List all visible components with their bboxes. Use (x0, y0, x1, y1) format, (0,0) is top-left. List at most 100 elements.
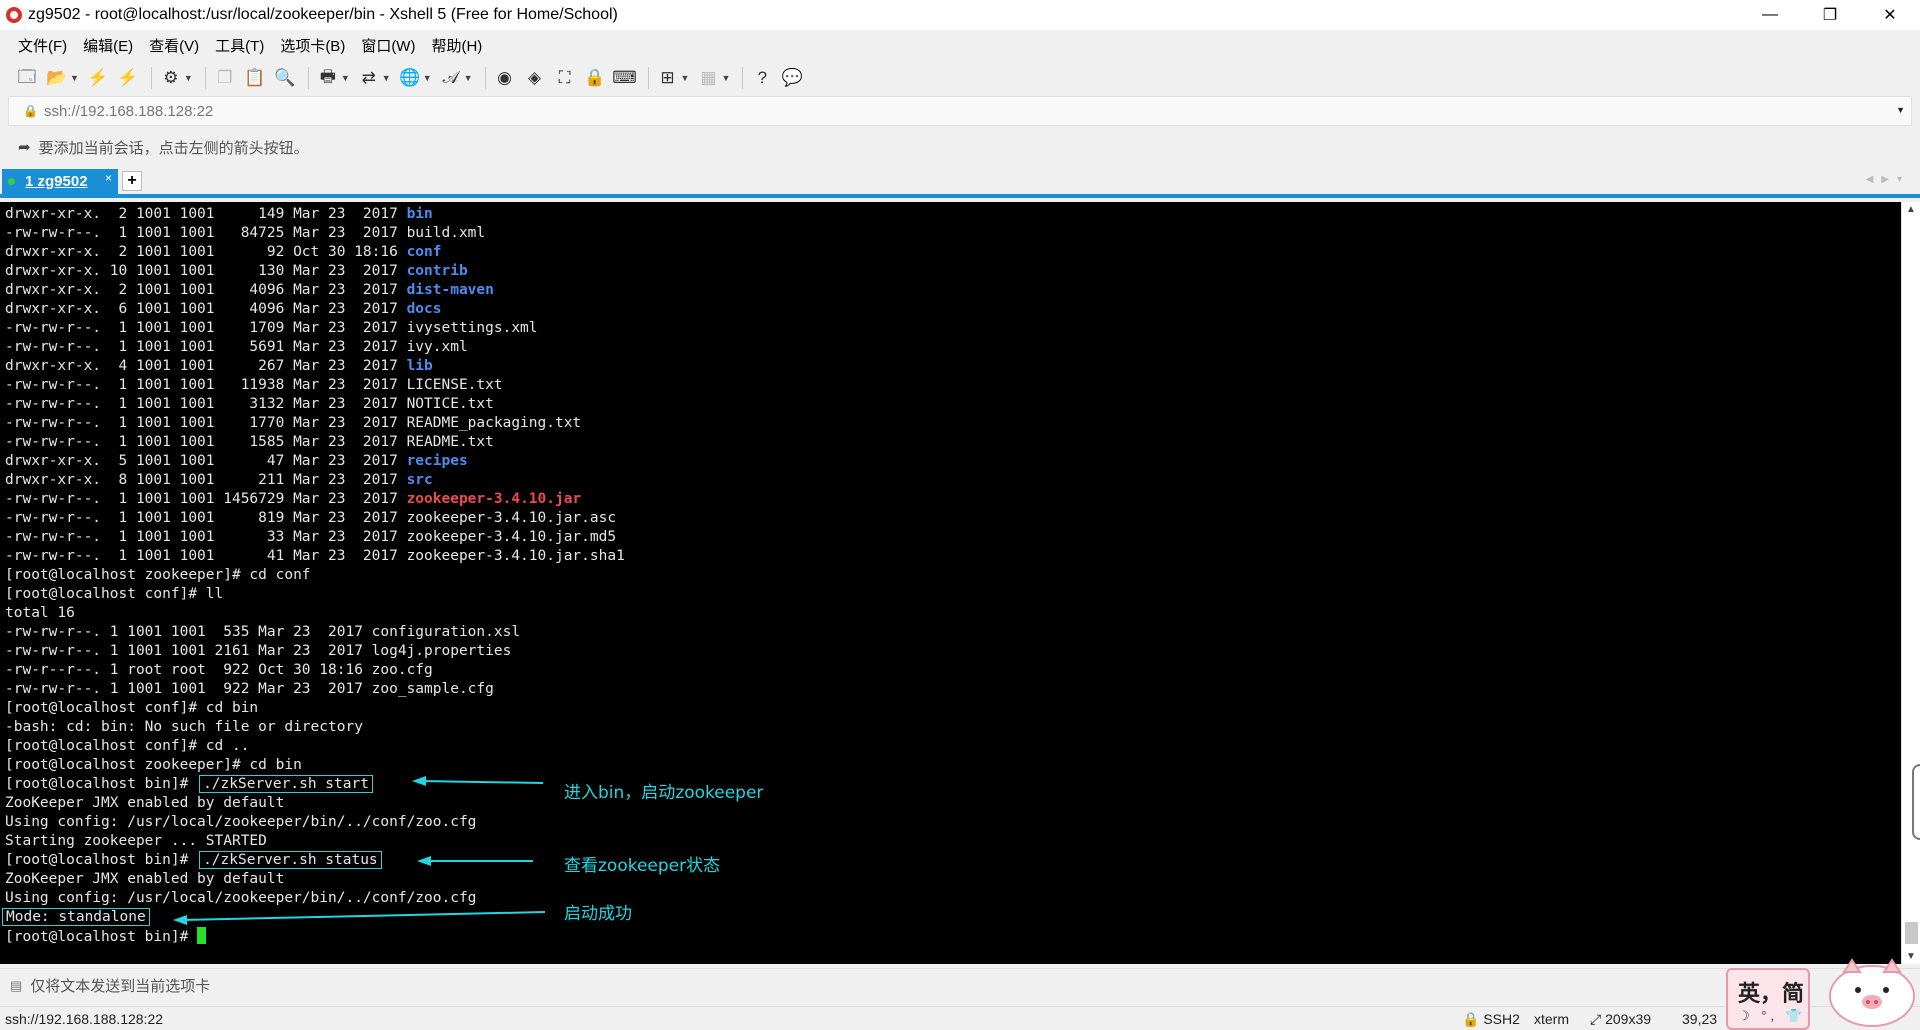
address-dropdown-icon[interactable]: ▼ (1896, 105, 1905, 115)
menu-edit[interactable]: 编辑(E) (75, 35, 141, 56)
menu-tab[interactable]: 选项卡(B) (272, 35, 353, 56)
tab-nav-arrows-icon[interactable]: ◀▶▾ (1866, 174, 1910, 185)
terminal-text: -rw-rw-r--. 1 1001 1001 535 Mar 23 2017 … (5, 624, 521, 640)
transfer-icon[interactable]: ⇄ (356, 65, 382, 91)
terminal-line: ZooKeeper JMX enabled by default (5, 870, 625, 889)
print-icon[interactable]: 🖶 (315, 65, 341, 91)
add-tab-button[interactable]: + (122, 171, 142, 191)
terminal-text: -rw-rw-r--. 1 1001 1001 1585 Mar 23 2017… (5, 434, 494, 450)
terminal-line: -rw-rw-r--. 1 1001 1001 1770 Mar 23 2017… (5, 414, 625, 433)
terminal-line: -rw-rw-r--. 1 1001 1001 1709 Mar 23 2017… (5, 319, 625, 338)
status-url: ssh://192.168.188.128:22 (5, 1011, 164, 1027)
annotation-status: 查看zookeeper状态 (564, 856, 721, 876)
paste-icon[interactable]: 📋 (242, 65, 268, 91)
scroll-thumb[interactable] (1905, 922, 1918, 944)
session-hint-bar: ➦ 要添加当前会话，点击左侧的箭头按钮。 (0, 132, 1920, 162)
scroll-up-icon[interactable]: ▲ (1906, 204, 1916, 215)
jar-file-name: zookeeper-3.4.10.jar (406, 491, 582, 507)
session-hint-text: 要添加当前会话，点击左侧的箭头按钮。 (38, 139, 309, 157)
terminal-text: -rw-rw-r--. 1 1001 1001 1456729 Mar 23 2… (5, 491, 407, 507)
status-protocol-text: SSH2 (1483, 1011, 1520, 1027)
terminal-scrollbar[interactable]: ▲ ▼ (1901, 202, 1920, 964)
layout-dropdown-icon[interactable]: ▼ (681, 73, 690, 83)
fullscreen-icon[interactable]: ⛶ (552, 65, 578, 91)
menu-view[interactable]: 查看(V) (141, 35, 207, 56)
open-dropdown-icon[interactable]: ▼ (70, 73, 79, 83)
terminal-text: [root@localhost conf]# ll (5, 586, 224, 602)
new-session-icon[interactable]: 🗔 (14, 65, 40, 91)
terminal-text: -rw-rw-r--. 1 1001 1001 922 Mar 23 2017 … (5, 681, 494, 697)
properties-icon[interactable]: ⚙ (158, 65, 184, 91)
terminal-line: [root@localhost bin]# ./zkServer.sh stat… (5, 851, 625, 870)
terminal-line: [root@localhost conf]# cd bin (5, 699, 625, 718)
terminal-line: -rw-rw-r--. 1 1001 1001 535 Mar 23 2017 … (5, 623, 625, 642)
reconnect-icon[interactable]: ⚡ (85, 65, 111, 91)
ime-sub: ☽ °, 👕 (1738, 1008, 1806, 1023)
compose-text[interactable]: 仅将文本发送到当前选项卡 (30, 975, 210, 996)
terminal-text: -rw-rw-r--. 1 1001 1001 1709 Mar 23 2017… (5, 320, 538, 336)
ime-box[interactable]: 英，简 ☽ °, 👕 (1726, 968, 1810, 1030)
menu-help[interactable]: 帮助(H) (423, 35, 490, 56)
globe-icon[interactable]: 🌐 (397, 65, 423, 91)
menu-tools[interactable]: 工具(T) (207, 35, 272, 56)
terminal-text: [root@localhost conf]# cd bin (5, 700, 259, 716)
pig-mascot-icon (1829, 958, 1915, 1027)
toolbar-separator (742, 67, 744, 89)
help-icon[interactable]: ? (749, 65, 775, 91)
tab-zg9502[interactable]: 1 zg9502 × (2, 169, 118, 194)
add-session-arrow-icon[interactable]: ➦ (18, 138, 31, 156)
menu-file[interactable]: 文件(F) (10, 35, 75, 56)
chat-icon[interactable]: 💬 (779, 65, 805, 91)
globe-dropdown-icon[interactable]: ▼ (423, 73, 432, 83)
terminal-line: [root@localhost conf]# ll (5, 585, 625, 604)
terminal-text: [root@localhost zookeeper]# cd bin (5, 757, 302, 773)
terminal-line: Starting zookeeper ... STARTED (5, 832, 625, 851)
compose-icon[interactable]: ▤ (10, 978, 22, 994)
directory-name: docs (406, 301, 442, 317)
compose-bar: ▤ 仅将文本发送到当前选项卡 (0, 968, 1920, 1002)
print-dropdown-icon[interactable]: ▼ (341, 73, 350, 83)
status-size-text: 209x39 (1605, 1011, 1652, 1027)
terminal-text: drwxr-xr-x. 2 1001 1001 149 Mar 23 2017 (5, 206, 407, 222)
restore-button[interactable]: ❐ (1800, 0, 1860, 30)
xftp-icon[interactable]: ◉ (492, 65, 518, 91)
font-icon[interactable]: 𝒜 (438, 65, 464, 91)
terminal-line: [root@localhost zookeeper]# cd conf (5, 566, 625, 585)
terminal-line: drwxr-xr-x. 10 1001 1001 130 Mar 23 2017… (5, 262, 625, 281)
directory-name: contrib (406, 263, 468, 279)
find-icon[interactable]: 🔍 (272, 65, 298, 91)
terminal-line: Mode: standalone (2, 908, 625, 927)
scroll-marker (1912, 764, 1920, 840)
menu-window[interactable]: 窗口(W) (353, 35, 423, 56)
lock-icon[interactable]: 🔒 (582, 65, 608, 91)
script-icon[interactable]: ◈ (522, 65, 548, 91)
highlighted-output: Mode: standalone (2, 908, 150, 926)
font-dropdown-icon[interactable]: ▼ (464, 73, 473, 83)
directory-name: recipes (406, 453, 468, 469)
tab-close-icon[interactable]: × (105, 171, 112, 185)
terminal-line: ZooKeeper JMX enabled by default (5, 794, 625, 813)
disconnect-icon[interactable]: ⚡ (115, 65, 141, 91)
ime-widget[interactable]: 英，简 ☽ °, 👕 (1726, 956, 1920, 1030)
tile-dropdown-icon[interactable]: ▼ (721, 73, 730, 83)
terminal-text: -rw-rw-r--. 1 1001 1001 819 Mar 23 2017 … (5, 510, 617, 526)
terminal-text: -rw-rw-r--. 1 1001 1001 2161 Mar 23 2017… (5, 643, 512, 659)
terminal-text: ZooKeeper JMX enabled by default (5, 871, 285, 887)
open-folder-icon[interactable]: 📂 (44, 65, 70, 91)
properties-dropdown-icon[interactable]: ▼ (184, 73, 193, 83)
terminal-text: drwxr-xr-x. 6 1001 1001 4096 Mar 23 2017 (5, 301, 407, 317)
tile-icon[interactable]: ▦ (695, 65, 721, 91)
address-input[interactable] (43, 102, 1844, 120)
terminal[interactable]: drwxr-xr-x. 2 1001 1001 149 Mar 23 2017 … (0, 202, 1901, 964)
copy-icon[interactable]: ❐ (212, 65, 238, 91)
toolbar-separator (484, 67, 486, 89)
terminal-line: drwxr-xr-x. 2 1001 1001 4096 Mar 23 2017… (5, 281, 625, 300)
toolbar-separator (647, 67, 649, 89)
keyboard-icon[interactable]: ⌨ (612, 65, 638, 91)
close-button[interactable]: ✕ (1860, 0, 1920, 30)
terminal-line: [root@localhost conf]# cd .. (5, 737, 625, 756)
transfer-dropdown-icon[interactable]: ▼ (382, 73, 391, 83)
title-bar: zg9502 - root@localhost:/usr/local/zooke… (0, 0, 1920, 30)
add-layout-icon[interactable]: ⊞ (655, 65, 681, 91)
minimize-button[interactable]: — (1740, 0, 1800, 30)
